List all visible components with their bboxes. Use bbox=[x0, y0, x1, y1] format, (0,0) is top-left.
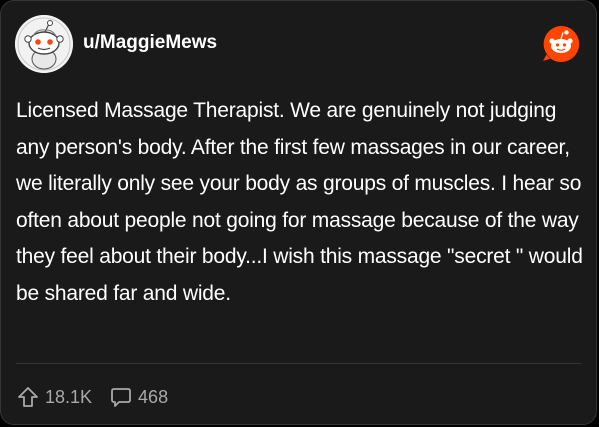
upvote-count: 18.1K bbox=[45, 386, 93, 407]
reddit-logo-icon bbox=[542, 25, 580, 63]
username[interactable]: u/MaggieMews bbox=[83, 32, 217, 54]
upvote-button[interactable]: 18.1K bbox=[17, 386, 92, 408]
post-header: u/MaggieMews bbox=[15, 15, 582, 73]
post-card: u/MaggieMews Licensed Massage Therapist.… bbox=[0, 0, 597, 425]
post-actions: 18.1K 468 bbox=[17, 383, 168, 411]
divider bbox=[16, 363, 581, 364]
comment-count: 468 bbox=[138, 386, 169, 407]
snoo-avatar-icon bbox=[15, 15, 73, 73]
comment-bubble-icon bbox=[110, 386, 132, 408]
comments-button[interactable]: 468 bbox=[110, 386, 168, 408]
upvote-arrow-icon bbox=[17, 386, 39, 408]
post-body: Licensed Massage Therapist. We are genui… bbox=[16, 99, 583, 305]
avatar[interactable] bbox=[15, 15, 73, 73]
